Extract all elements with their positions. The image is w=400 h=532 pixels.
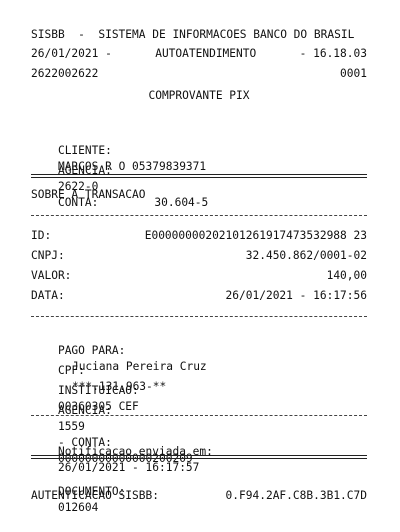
cnpj-value: 32.450.862/0001-02 bbox=[245, 249, 367, 262]
value-line: VALOR: 140,00 bbox=[31, 268, 367, 284]
terminal-number: 2622002622 bbox=[31, 67, 99, 80]
document-type: COMPROVANTE PIX bbox=[148, 89, 250, 102]
date-line: DATA: 26/01/2021 - 16:17:56 bbox=[31, 288, 367, 304]
transaction-id-label: ID: bbox=[31, 229, 52, 242]
authentication-code: 0.F94.2AF.C8B.3B1.C7D bbox=[225, 489, 367, 502]
dashed-divider bbox=[31, 215, 367, 216]
header-date-line: 26/01/2021 - AUTOATENDIMENTO - 16.18.03 bbox=[31, 46, 367, 62]
header-time: - 16.18.03 bbox=[299, 47, 367, 60]
payee-account-line: AGENCIA: 1559 - CONTA: 00000000000000200… bbox=[31, 387, 367, 465]
double-divider bbox=[31, 455, 367, 459]
cnpj-line: CNPJ: 32.450.862/0001-02 bbox=[31, 248, 367, 264]
authentication-line: AUTENTICACAO SISBB: 0.F94.2AF.C8B.3B1.C7… bbox=[31, 488, 367, 504]
terminal-line: 2622002622 0001 bbox=[31, 66, 367, 82]
pix-receipt: SISBB - SISTEMA DE INFORMACOES BANCO DO … bbox=[0, 0, 400, 520]
value-amount: 140,00 bbox=[326, 269, 367, 282]
dashed-divider bbox=[31, 316, 367, 317]
transaction-id: E00000000202101261917473532988 23 bbox=[144, 229, 367, 242]
dashed-divider bbox=[31, 415, 367, 416]
double-divider bbox=[31, 174, 367, 178]
value-label: VALOR: bbox=[31, 269, 72, 282]
institution-line: INSTITUICAO: 00360305 CEF bbox=[31, 367, 367, 413]
date-value: 26/01/2021 - 16:17:56 bbox=[225, 289, 367, 302]
client-agency-line: AGENCIA: 2622-0 CONTA: 30.604-5 bbox=[31, 147, 367, 209]
transaction-id-line: ID: E00000000202101261917473532988 23 bbox=[31, 228, 367, 244]
client-line: CLIENTE: MARCOS R O 05379839371 bbox=[31, 127, 367, 173]
notification-line: Notificacao enviada em: 26/01/2021 - 16:… bbox=[31, 428, 367, 474]
sequence-number: 0001 bbox=[340, 67, 367, 80]
cpf-line: CPF: ***.131.963-** bbox=[31, 347, 367, 393]
cnpj-label: CNPJ: bbox=[31, 249, 65, 262]
date-label: DATA: bbox=[31, 289, 65, 302]
header-service: AUTOATENDIMENTO bbox=[155, 47, 257, 60]
paid-to-line: PAGO PARA: Juciana Pereira Cruz bbox=[31, 327, 367, 373]
document-line: DOCUMENTO: 012604 bbox=[31, 468, 367, 514]
header-date: 26/01/2021 - bbox=[31, 47, 112, 60]
system-title: SISBB - SISTEMA DE INFORMACOES BANCO DO … bbox=[31, 28, 355, 41]
section-title: SOBRE A TRANSACAO bbox=[31, 188, 146, 201]
authentication-label: AUTENTICACAO SISBB: bbox=[31, 489, 159, 502]
